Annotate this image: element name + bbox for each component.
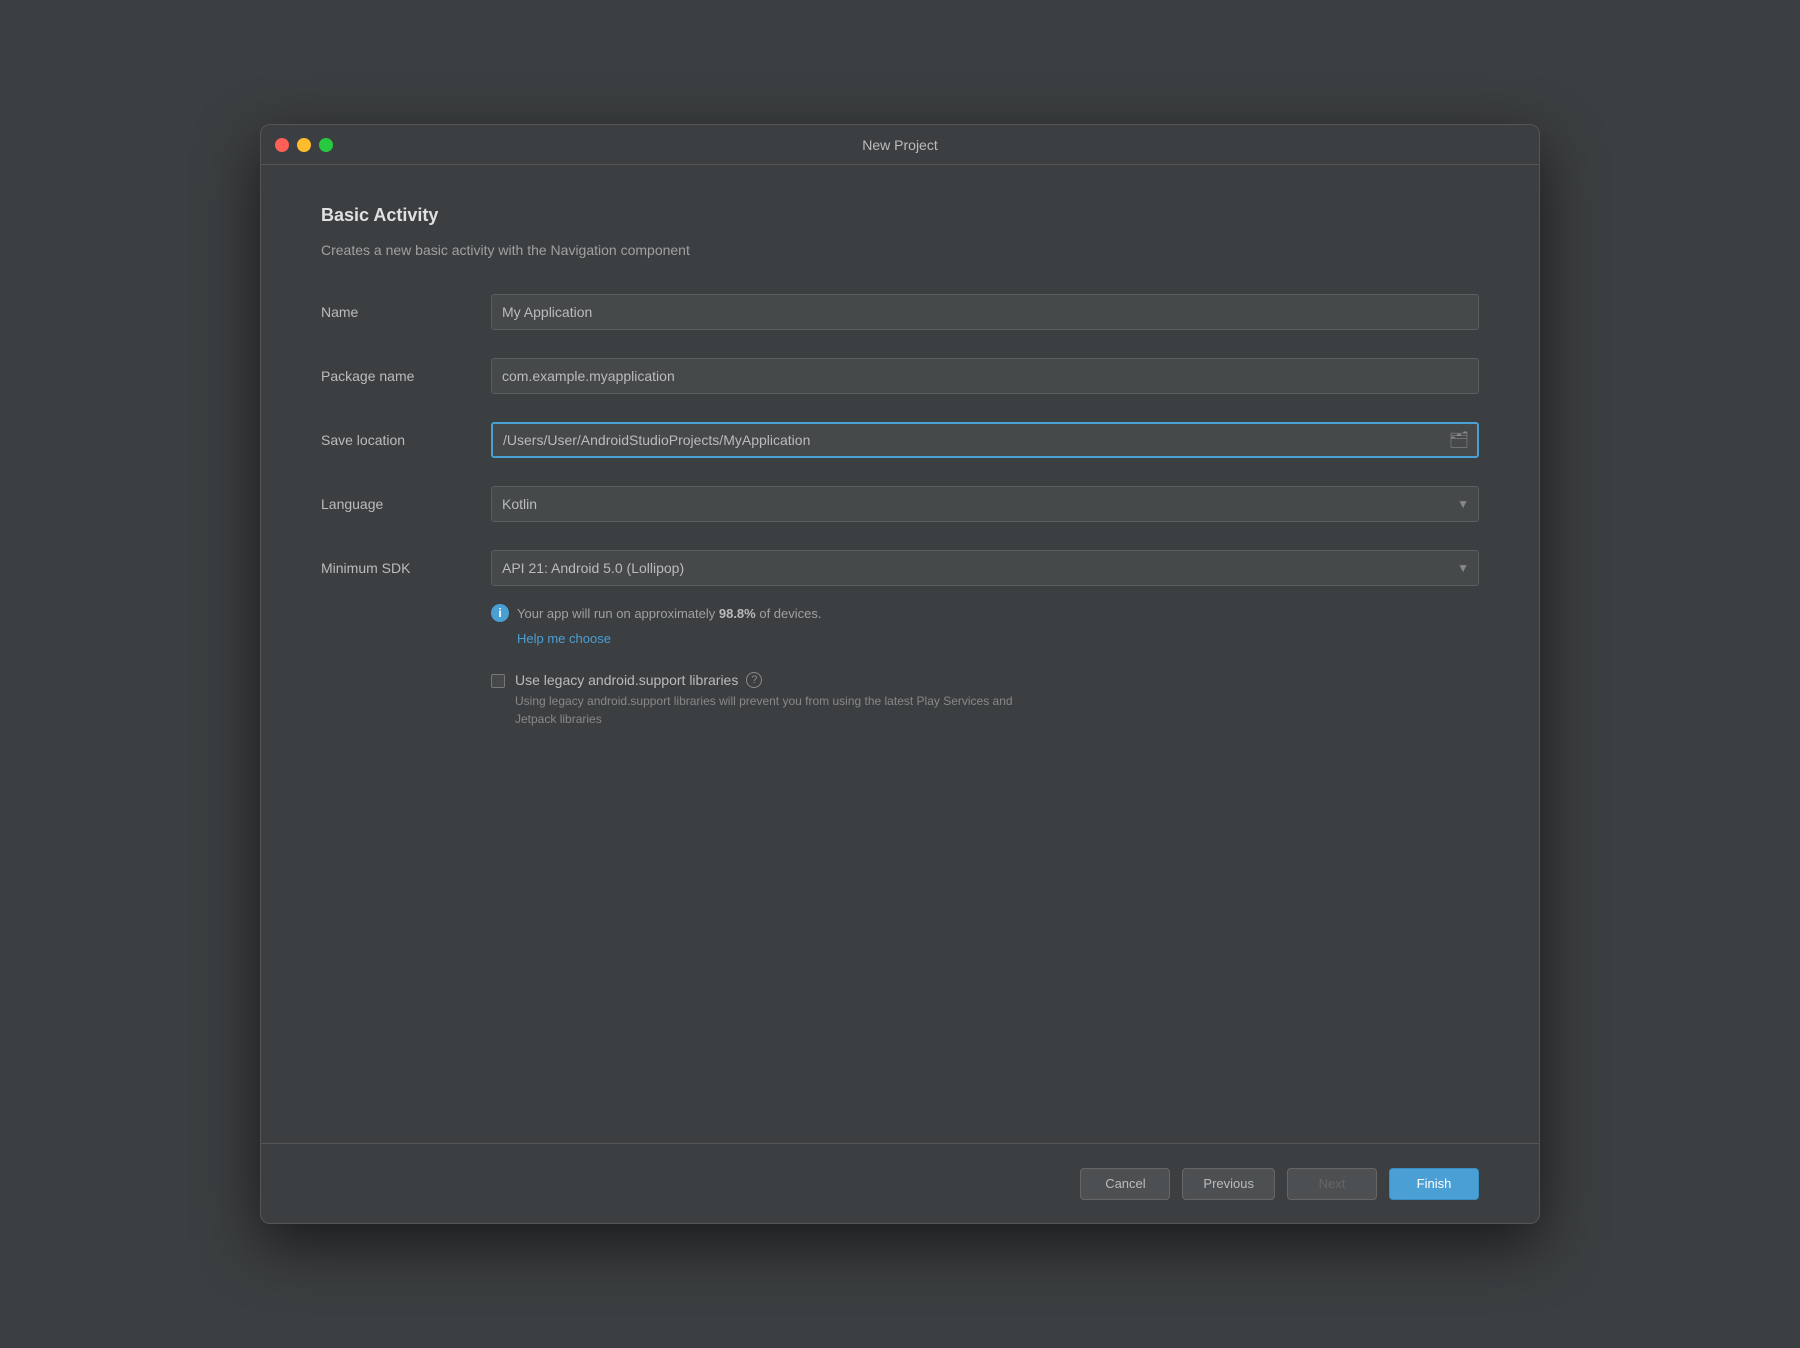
sdk-info-percentage: 98.8% <box>719 606 756 621</box>
titlebar: New Project <box>261 125 1539 165</box>
name-row: Name <box>321 294 1479 330</box>
sdk-info-row: i Your app will run on approximately 98.… <box>491 604 1479 622</box>
language-row: Language Kotlin Java ▼ <box>321 486 1479 522</box>
save-location-label: Save location <box>321 432 491 448</box>
page-description: Creates a new basic activity with the Na… <box>321 242 1479 258</box>
minimum-sdk-label: Minimum SDK <box>321 560 491 576</box>
legacy-checkbox-label: Use legacy android.support libraries <box>515 672 738 688</box>
legacy-checkbox-row: Use legacy android.support libraries ? U… <box>491 672 1479 728</box>
maximize-button[interactable] <box>319 138 333 152</box>
save-location-input-wrapper: 🗂 <box>491 422 1479 458</box>
sdk-info-text-before: Your app will run on approximately <box>517 606 719 621</box>
package-name-row: Package name <box>321 358 1479 394</box>
info-icon: i <box>491 604 509 622</box>
language-select[interactable]: Kotlin Java <box>491 486 1479 522</box>
previous-button[interactable]: Previous <box>1182 1168 1275 1200</box>
package-name-input[interactable] <box>491 358 1479 394</box>
save-location-input[interactable] <box>491 422 1479 458</box>
form-area: Name Package name Save location 🗂 Langua… <box>321 294 1479 1113</box>
window-controls <box>275 138 333 152</box>
minimum-sdk-row: Minimum SDK API 21: Android 5.0 (Lollipo… <box>321 550 1479 586</box>
save-location-row: Save location 🗂 <box>321 422 1479 458</box>
legacy-checkbox[interactable] <box>491 674 505 688</box>
sdk-info-section: i Your app will run on approximately 98.… <box>491 604 1479 648</box>
minimize-button[interactable] <box>297 138 311 152</box>
next-button[interactable]: Next <box>1287 1168 1377 1200</box>
footer: Cancel Previous Next Finish <box>261 1143 1539 1223</box>
name-label: Name <box>321 304 491 320</box>
help-question-mark: ? <box>751 674 757 686</box>
checkbox-main-label: Use legacy android.support libraries ? <box>515 672 1015 688</box>
window-title: New Project <box>862 137 937 153</box>
legacy-checkbox-sublabel: Using legacy android.support libraries w… <box>515 692 1015 728</box>
dialog-content: Basic Activity Creates a new basic activ… <box>261 165 1539 1143</box>
close-button[interactable] <box>275 138 289 152</box>
name-input[interactable] <box>491 294 1479 330</box>
language-select-wrapper: Kotlin Java ▼ <box>491 486 1479 522</box>
cancel-button[interactable]: Cancel <box>1080 1168 1170 1200</box>
main-window: New Project Basic Activity Creates a new… <box>260 124 1540 1224</box>
minimum-sdk-select[interactable]: API 21: Android 5.0 (Lollipop) <box>491 550 1479 586</box>
finish-button[interactable]: Finish <box>1389 1168 1479 1200</box>
sdk-info-text: Your app will run on approximately 98.8%… <box>517 606 822 621</box>
folder-icon[interactable]: 🗂 <box>1449 430 1469 450</box>
help-link[interactable]: Help me choose <box>517 631 611 646</box>
sdk-info-text-after: of devices. <box>756 606 822 621</box>
package-name-label: Package name <box>321 368 491 384</box>
minimum-sdk-select-wrapper: API 21: Android 5.0 (Lollipop) ▼ <box>491 550 1479 586</box>
language-label: Language <box>321 496 491 512</box>
page-title: Basic Activity <box>321 205 1479 226</box>
legacy-help-icon[interactable]: ? <box>746 672 762 688</box>
checkbox-label-area: Use legacy android.support libraries ? U… <box>515 672 1015 728</box>
